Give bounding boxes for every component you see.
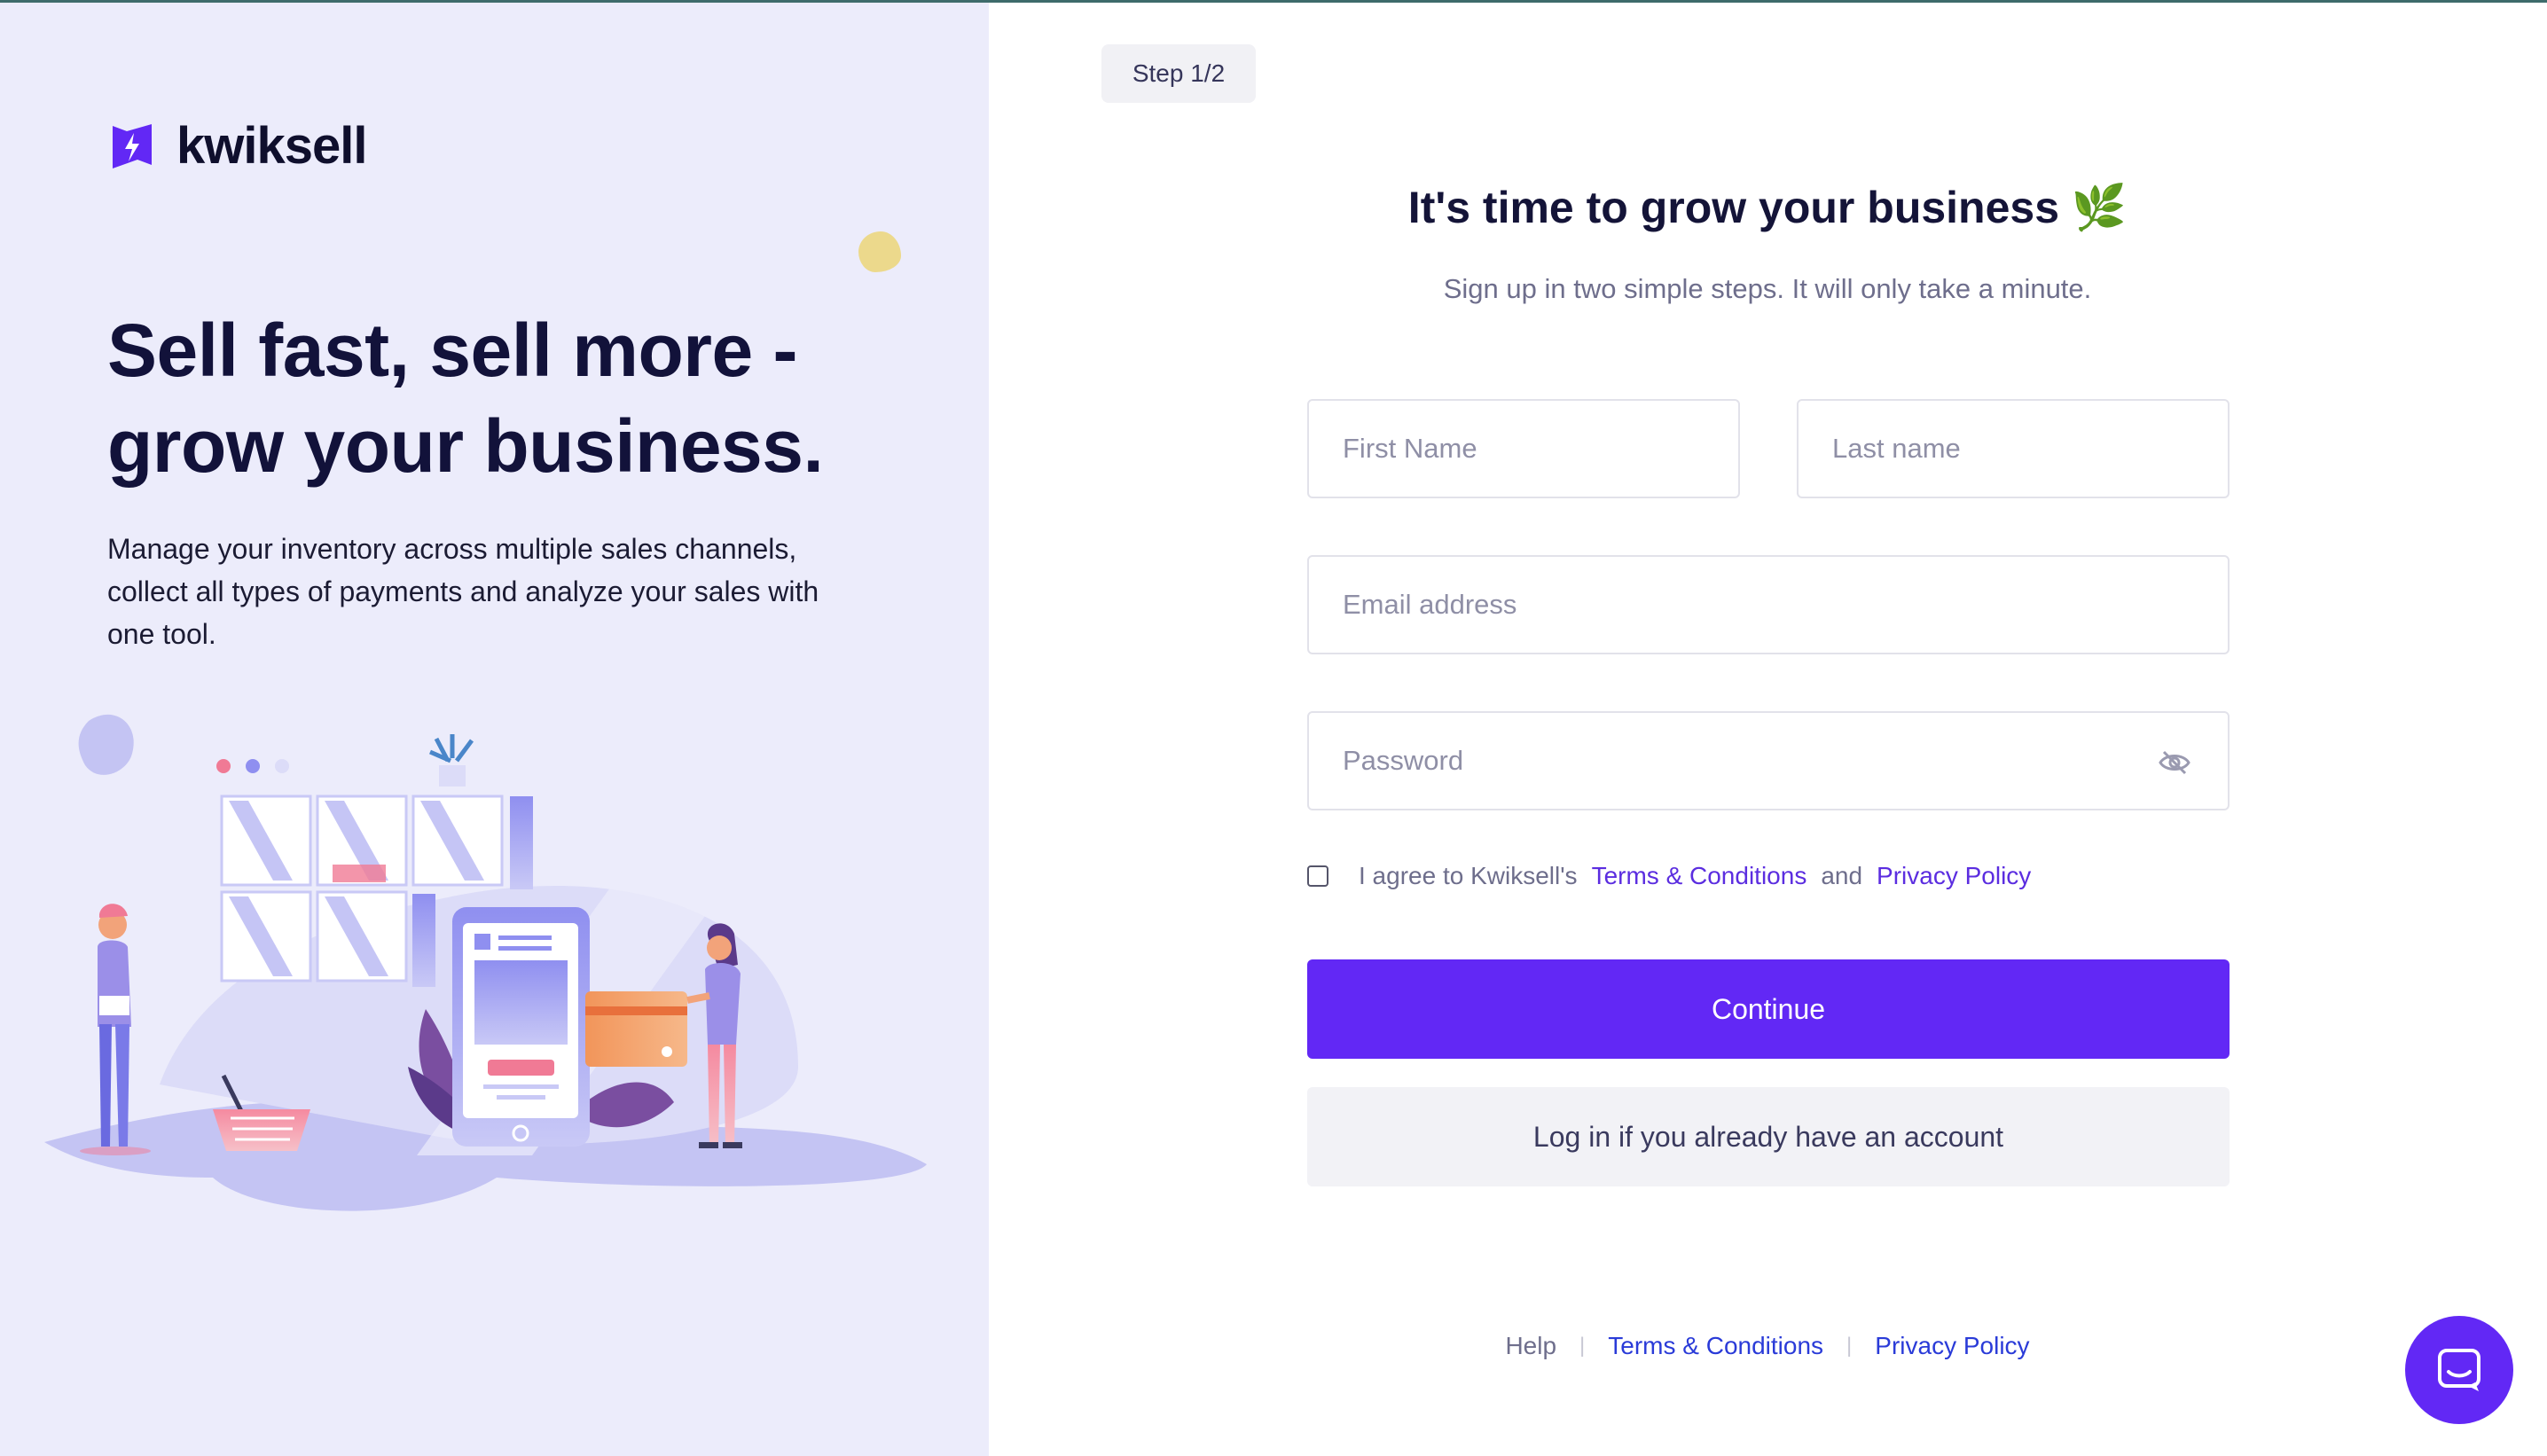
last-name-input[interactable]	[1799, 401, 2228, 497]
chat-launcher-button[interactable]	[2405, 1316, 2513, 1424]
shop-illustration	[44, 714, 927, 1211]
footer-separator: |	[1846, 1334, 1853, 1358]
footer-links: Help | Terms & Conditions | Privacy Poli…	[1308, 1332, 2227, 1360]
step-indicator: Step 1/2	[1101, 44, 1256, 103]
email-field	[1307, 555, 2230, 654]
hero-description: Manage your inventory across multiple sa…	[107, 533, 819, 650]
terms-link[interactable]: Terms & Conditions	[1592, 862, 1807, 890]
first-name-input[interactable]	[1309, 401, 1738, 497]
first-name-field	[1307, 399, 1740, 498]
continue-button[interactable]: Continue	[1307, 959, 2230, 1059]
password-field	[1307, 711, 2230, 810]
chat-icon	[2438, 1349, 2480, 1391]
last-name-field	[1797, 399, 2230, 498]
footer-terms-link[interactable]: Terms & Conditions	[1608, 1332, 1823, 1360]
brand-logo[interactable]: kwiksell	[107, 116, 367, 176]
email-input[interactable]	[1309, 557, 2228, 653]
agree-prefix: I agree to Kwiksell's	[1359, 862, 1578, 889]
form-title: It's time to grow your business 🌿	[1407, 183, 2128, 232]
hero-title: Sell fast, sell more - grow your busines…	[107, 309, 824, 488]
terms-agreement-row: I agree to Kwiksell's Terms & Conditions…	[1307, 860, 2045, 892]
footer-privacy-link[interactable]: Privacy Policy	[1875, 1332, 2029, 1360]
eye-off-icon[interactable]	[2157, 745, 2192, 780]
brand-name: kwiksell	[176, 117, 367, 175]
agree-and: and	[1821, 862, 1863, 889]
privacy-link[interactable]: Privacy Policy	[1877, 862, 2031, 890]
login-button[interactable]: Log in if you already have an account	[1307, 1087, 2230, 1186]
decorative-blob	[858, 231, 901, 272]
logo-icon	[113, 123, 152, 168]
footer-help-link[interactable]: Help	[1505, 1332, 1556, 1360]
marketing-panel: kwiksell Sell fast, sell more - grow you…	[0, 3, 989, 1456]
terms-checkbox[interactable]	[1307, 865, 1328, 887]
footer-separator: |	[1579, 1334, 1586, 1358]
password-input[interactable]	[1309, 713, 2228, 809]
form-subtitle: Sign up in two simple steps. It will onl…	[1443, 273, 2092, 304]
